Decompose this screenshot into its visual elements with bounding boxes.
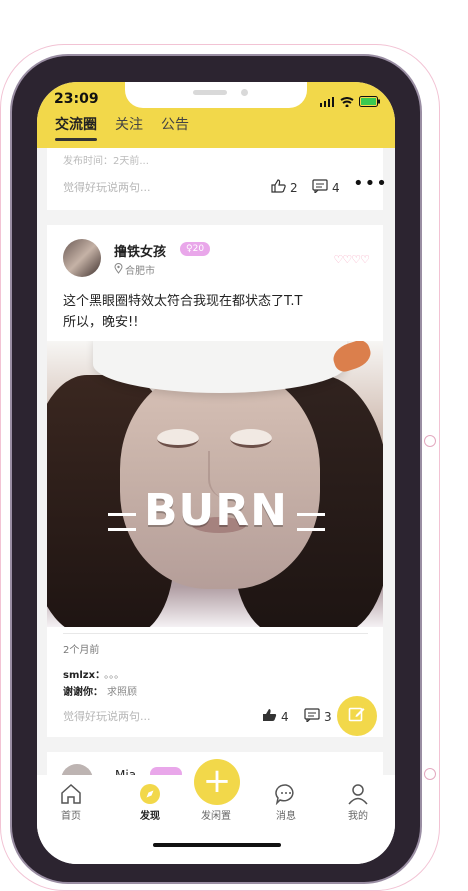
comment-input[interactable]: 觉得好玩说两句...: [63, 179, 151, 195]
user-icon: [347, 783, 369, 805]
more-button[interactable]: •••: [353, 173, 388, 194]
wifi-icon: [340, 92, 354, 111]
home-icon: [60, 783, 82, 805]
nav-discover[interactable]: 发现: [123, 775, 177, 822]
battery-icon: [359, 92, 381, 111]
level-badge: ♀20: [180, 242, 211, 256]
comment-user: 谢谢你：: [63, 687, 103, 698]
post-image[interactable]: BURN: [47, 341, 383, 627]
thumbs-up-icon: [271, 179, 286, 196]
comment-item: 谢谢你： 求照顾: [63, 683, 137, 698]
location-text: 合肥市: [125, 266, 155, 277]
like-count: 2: [290, 180, 298, 195]
message-icon: [275, 783, 297, 806]
comment-item: smlzx：。。。: [63, 666, 124, 681]
app-header: 23:09 交流圈 关注 公告: [37, 82, 395, 148]
nav-me[interactable]: 我的: [331, 775, 385, 822]
rating-hearts: ♡♡♡♡: [333, 253, 370, 266]
home-indicator[interactable]: [153, 843, 281, 847]
like-button[interactable]: 4: [262, 708, 289, 725]
post-truncated-text: 发布时间：2天前...: [63, 156, 149, 167]
top-tabs: 交流圈 关注 公告: [55, 114, 189, 141]
nav-label: 发现: [140, 811, 160, 822]
comment-input[interactable]: 觉得好玩说两句...: [63, 708, 151, 724]
side-button: [424, 768, 436, 780]
nav-label: 我的: [348, 811, 368, 822]
post-card: 撸铁女孩 ♀20 合肥市 ♡♡♡♡ 这个黑眼圈特效太符合我现在都状态了T.T 所…: [47, 225, 383, 737]
comment-user: smlzx：: [63, 670, 101, 681]
speaker: [193, 90, 227, 95]
post-time: 2个月前: [63, 645, 100, 656]
comment-icon: [312, 179, 328, 196]
post-username[interactable]: 撸铁女孩: [114, 241, 166, 260]
front-camera: [241, 89, 248, 96]
thumbs-up-icon: [262, 708, 277, 725]
nav-home[interactable]: 首页: [44, 775, 98, 822]
nav-label: 消息: [276, 811, 296, 822]
post-card: 发布时间：2天前... 觉得好玩说两句... 2 4 •••: [47, 148, 387, 210]
post-text: 这个黑眼圈特效太符合我现在都状态了T.T 所以，晚安!!: [63, 294, 303, 330]
tab-following[interactable]: 关注: [115, 114, 143, 134]
side-button: [424, 435, 436, 447]
comment-button[interactable]: 3: [304, 708, 332, 725]
status-time: 23:09: [54, 91, 99, 107]
location-icon: [114, 262, 123, 277]
comment-button[interactable]: 4: [312, 179, 340, 196]
nav-label: 首页: [61, 811, 81, 822]
status-icons: [320, 92, 381, 111]
signal-icon: [320, 92, 335, 111]
comment-icon: [304, 708, 320, 725]
comment-text: 。。。: [104, 670, 125, 681]
comment-count: 3: [324, 709, 332, 724]
nav-label: 发闲置: [201, 811, 231, 822]
like-count: 4: [281, 709, 289, 724]
divider: [63, 633, 368, 634]
like-button[interactable]: 2: [271, 179, 298, 196]
notch: [125, 82, 307, 108]
compass-icon: [139, 783, 161, 805]
burn-text: BURN: [144, 485, 288, 536]
add-button[interactable]: +: [194, 759, 240, 805]
nav-messages[interactable]: 消息: [259, 775, 313, 822]
image-eye: [157, 429, 199, 448]
image-eye: [230, 429, 272, 448]
tab-community[interactable]: 交流圈: [55, 114, 97, 141]
burn-lines: [297, 513, 325, 531]
app-screen: 23:09 交流圈 关注 公告 发布时间：2天前... 觉得好玩说两句... 2: [37, 82, 395, 864]
edit-button[interactable]: [337, 696, 377, 736]
bottom-tab-bar: 首页 发现 发闲置 + 消息 我的: [37, 759, 395, 864]
tab-announcement[interactable]: 公告: [161, 114, 189, 134]
edit-icon: [348, 705, 366, 727]
comment-count: 4: [332, 180, 340, 195]
comment-text: 求照顾: [107, 687, 137, 698]
avatar[interactable]: [63, 239, 101, 277]
post-location: 合肥市: [114, 262, 155, 277]
